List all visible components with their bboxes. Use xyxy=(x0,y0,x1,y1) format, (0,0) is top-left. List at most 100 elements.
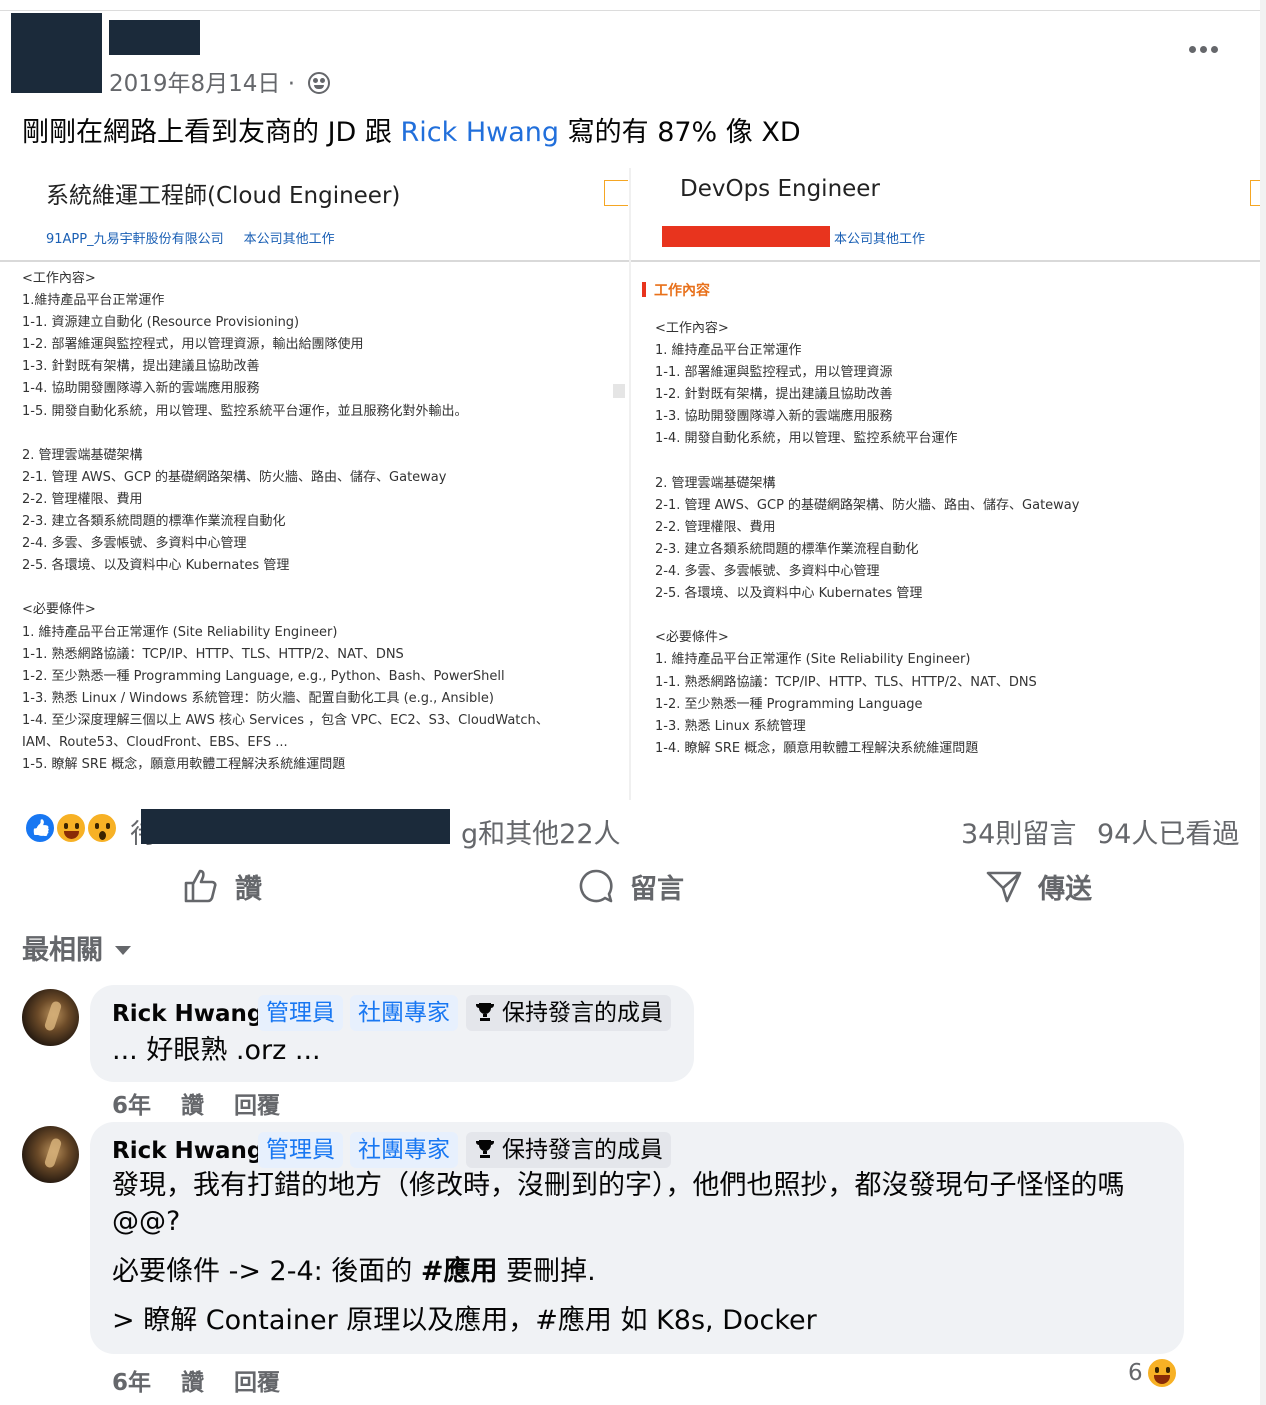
post-header: 2019年8月14日 · 剛剛在網路上看到友商的 JD 跟 Rick Hwang… xyxy=(0,0,1266,160)
left-jd-line: 2-2. 管理權限、費用 xyxy=(22,491,143,507)
left-apply-edge xyxy=(604,180,628,206)
hashtag[interactable]: #應用 xyxy=(421,1256,498,1287)
right-jd-line xyxy=(655,605,1079,627)
left-jd-line: 1-5. 瞭解 SRE 概念，願意用軟體工程解決系統維運問題 xyxy=(22,757,346,773)
right-jd-line: 1-3. 協助開發團隊導入新的雲端應用服務 xyxy=(655,409,893,425)
badge-group-expert[interactable]: 社團專家 xyxy=(350,1132,458,1168)
badge-admin[interactable]: 管理員 xyxy=(258,1132,343,1168)
attached-image[interactable]: 系統維運工程師(Cloud Engineer) 91APP_九易宇軒股份有限公司… xyxy=(0,168,1260,800)
redacted-avatar[interactable] xyxy=(11,13,102,93)
left-jd-line: IAM、Route53、CloudFront、EBS、EFS ... xyxy=(22,734,288,750)
right-apply-edge xyxy=(1250,180,1260,206)
right-jd-line: <工作內容> xyxy=(655,321,729,336)
comment-label: 留言 xyxy=(630,873,684,905)
comment-actions: 6年 讚 回覆 xyxy=(112,1363,310,1397)
comments-count[interactable]: 34則留言 xyxy=(961,812,1076,851)
share-button[interactable]: 傳送 xyxy=(986,866,1092,906)
mention-link[interactable]: Rick Hwang xyxy=(401,117,560,148)
post-stats: 待g和其他22人 34則留言 94人已看過 xyxy=(0,800,1266,858)
haha-icon xyxy=(1146,1357,1178,1389)
right-jd-line: 2. 管理雲端基礎架構 xyxy=(655,475,776,491)
comment-text-line-1: 發現，我有打錯的地方（修改時，沒刪到的字），他們也照抄，都沒發現句子怪怪的嗎 xyxy=(112,1170,1125,1201)
left-jd-line: <必要條件> xyxy=(22,602,96,618)
right-jd-line: 1-3. 熟悉 Linux 系統管理 xyxy=(655,718,806,734)
share-label: 傳送 xyxy=(1038,873,1092,905)
right-jd-title: DevOps Engineer xyxy=(680,176,880,202)
left-jd-rule xyxy=(0,260,629,262)
divider xyxy=(0,10,1260,11)
left-jd-line: 1-1. 資源建立自動化 (Resource Provisioning) xyxy=(22,315,300,331)
right-jd-line: 2-3. 建立各類系統問題的標準作業流程自動化 xyxy=(655,541,919,557)
comment-reply-button[interactable]: 回覆 xyxy=(234,1370,280,1396)
left-jd-title: 系統維運工程師(Cloud Engineer) xyxy=(46,183,401,209)
left-jd-line: 1-2. 部署維運與監控程式，用以管理資源，輸出給團隊使用 xyxy=(22,337,364,353)
chevron-down-icon xyxy=(115,946,131,955)
left-company-link: 91APP_九易宇軒股份有限公司 本公司其他工作 xyxy=(46,232,335,247)
left-jd-line xyxy=(22,423,549,445)
comment-reply-button[interactable]: 回覆 xyxy=(234,1093,280,1119)
send-icon xyxy=(986,871,1022,903)
right-jd-line: 2-5. 各環境、以及資料中心 Kubernates 管理 xyxy=(655,586,923,602)
left-jd-line: 2-5. 各環境、以及資料中心 Kubernates 管理 xyxy=(22,558,290,574)
right-jd-list: <工作內容> 1. 維持產品平台正常運作 1-1. 部署維運與監控程式，用以管理資源… xyxy=(655,318,1079,760)
right-jd-rule xyxy=(631,260,1260,262)
like-label: 讚 xyxy=(235,873,262,905)
comment-bubble: Rick Hwang 管理員 社團專家 保持發言的成員 發現，我有打錯的地方（修… xyxy=(90,1122,1184,1354)
right-jd-line: 2-1. 管理 AWS、GCP 的基礎網路架構、防火牆、路由、儲存、Gatewa… xyxy=(655,497,1080,513)
comment-time[interactable]: 6年 xyxy=(112,1093,151,1119)
left-edge-mark xyxy=(613,384,625,398)
right-jd-line: 1-1. 熟悉網路協議：TCP/IP、HTTP、TLS、HTTP/2、NAT、D… xyxy=(655,674,1037,690)
redacted-company xyxy=(662,226,830,247)
badge-conversation-starter[interactable]: 保持發言的成員 xyxy=(466,995,671,1031)
commenter-avatar[interactable] xyxy=(22,1126,79,1183)
right-jd-line: 1-1. 部署維運與監控程式，用以管理資源 xyxy=(655,365,893,381)
comment-author[interactable]: Rick Hwang xyxy=(112,1138,263,1164)
comment-time[interactable]: 6年 xyxy=(112,1370,151,1396)
post-body: 剛剛在網路上看到友商的 JD 跟 Rick Hwang 寫的有 87% 像 XD xyxy=(22,110,801,149)
badge-admin[interactable]: 管理員 xyxy=(258,995,343,1031)
right-jd-line xyxy=(655,451,1079,473)
comment-button[interactable]: 留言 xyxy=(578,866,684,906)
post-text-after: 寫的有 87% 像 XD xyxy=(559,117,801,148)
left-jd-line: 2-1. 管理 AWS、GCP 的基礎網路架構、防火牆、路由、儲存、Gatewa… xyxy=(22,469,447,485)
right-jd-line: 1. 維持產品平台正常運作 xyxy=(655,343,802,359)
group-icon xyxy=(308,72,331,94)
comment-actions: 6年 讚 回覆 xyxy=(112,1086,310,1120)
badge-conversation-starter[interactable]: 保持發言的成員 xyxy=(466,1132,671,1168)
post-timestamp[interactable]: 2019年8月14日 · xyxy=(109,64,331,98)
haha-icon xyxy=(55,812,87,844)
comment-icon xyxy=(579,869,613,903)
comment-like-button[interactable]: 讚 xyxy=(181,1093,204,1119)
commenter-avatar[interactable] xyxy=(22,989,79,1046)
left-jd-line: 1-2. 至少熟悉一種 Programming Language, e.g., … xyxy=(22,668,505,684)
comment-reaction-count[interactable]: 6 xyxy=(1128,1357,1178,1389)
comment-text-line-3: 必要條件 -> 2-4: 後面的 #應用 要刪掉. xyxy=(112,1256,596,1287)
thumbs-up-icon xyxy=(184,869,217,903)
comment-author[interactable]: Rick Hwang xyxy=(112,1001,263,1027)
right-jd-line: 2-4. 多雲、多雲帳號、多資料中心管理 xyxy=(655,564,880,580)
comment-text: ... 好眼熟 .orz ... xyxy=(112,1035,321,1066)
views-count[interactable]: 94人已看過 xyxy=(1097,812,1239,851)
like-button[interactable]: 讚 xyxy=(183,866,262,906)
comment-sort[interactable]: 最相關 xyxy=(22,928,131,967)
more-options-icon[interactable] xyxy=(1189,46,1223,66)
left-jd-line: 1-5. 開發自動化系統，用以管理、監控系統平台運作，並且服務化對外輸出。 xyxy=(22,403,468,419)
post-text-before: 剛剛在網路上看到友商的 JD 跟 xyxy=(22,117,401,148)
left-jd-line: <工作內容> xyxy=(22,271,96,286)
left-jd-line: 1-3. 針對既有架構，提出建議且協助改善 xyxy=(22,359,260,375)
action-bar: 讚 留言 傳送 xyxy=(0,858,1266,914)
scrollbar-track[interactable] xyxy=(1260,0,1266,1405)
left-jd-line: 1-3. 熟悉 Linux / Windows 系統管理：防火牆、配置自動化工具… xyxy=(22,690,494,706)
left-jd-line: 1. 維持產品平台正常運作 (Site Reliability Engineer… xyxy=(22,624,338,640)
right-jd-line: 1. 維持產品平台正常運作 (Site Reliability Engineer… xyxy=(655,652,971,668)
trophy-icon xyxy=(476,1003,494,1021)
redacted-author-name[interactable] xyxy=(109,20,200,55)
left-jd-line: 1-1. 熟悉網路協議：TCP/IP、HTTP、TLS、HTTP/2、NAT、D… xyxy=(22,646,404,662)
badge-group-expert[interactable]: 社團專家 xyxy=(350,995,458,1031)
comment-like-button[interactable]: 讚 xyxy=(181,1370,204,1396)
redacted-reactor-names xyxy=(141,809,450,844)
comment-text-line-2: @@? xyxy=(112,1206,181,1237)
right-jd-line: 1-4. 開發自動化系統，用以管理、監控系統平台運作 xyxy=(655,431,958,447)
left-jd-list: <工作內容> 1.維持產品平台正常運作 1-1. 資源建立自動化 (Resource… xyxy=(22,268,549,776)
post-date-text[interactable]: 2019年8月14日 · xyxy=(109,71,302,97)
